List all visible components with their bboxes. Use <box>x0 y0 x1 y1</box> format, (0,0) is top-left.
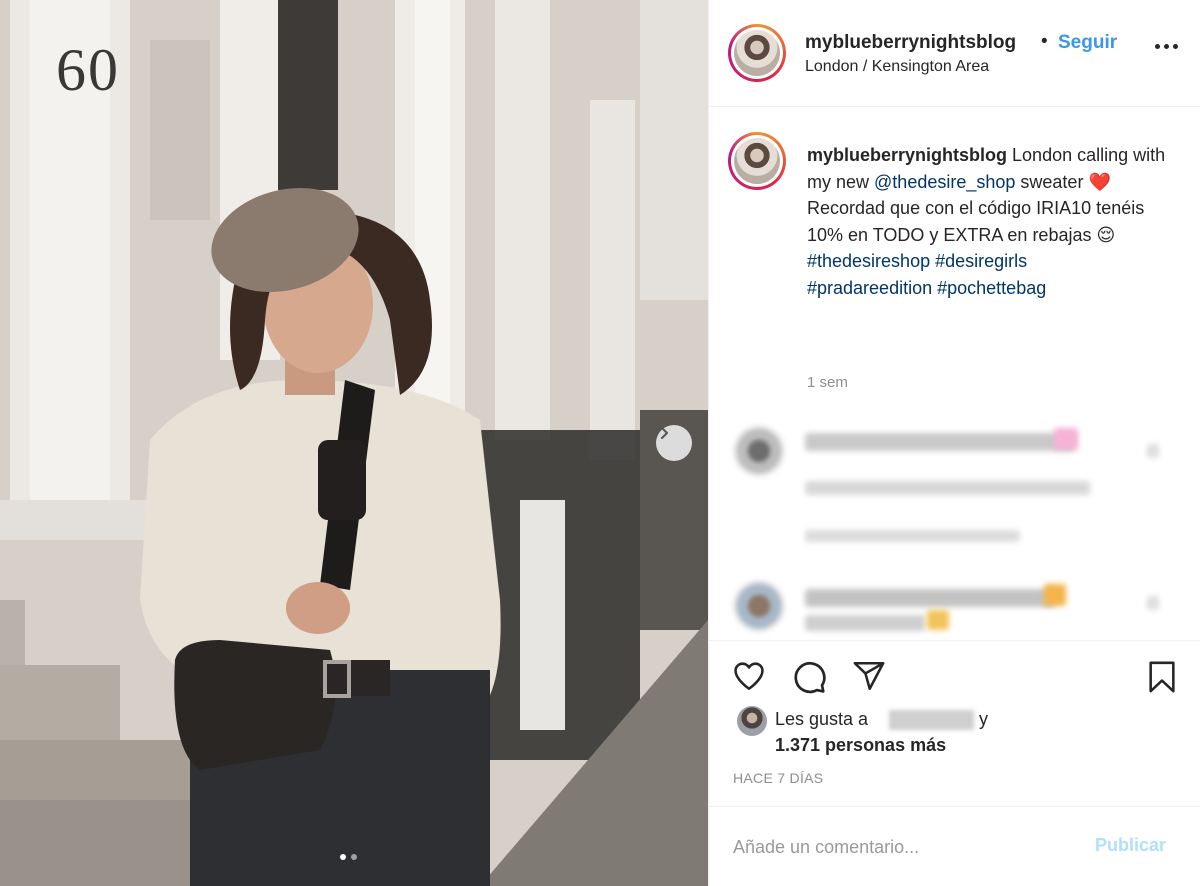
hashtag-link[interactable]: #thedesireshop <box>807 251 930 271</box>
blurred-emoji <box>1054 428 1078 450</box>
commenter-avatar[interactable] <box>733 580 785 632</box>
blurred-emoji <box>927 610 949 630</box>
caption-text: sweater <box>1015 171 1089 192</box>
carousel-dot <box>351 854 357 860</box>
caption-mention[interactable]: @thedesire_shop <box>874 172 1015 192</box>
post-photo[interactable]: 60 <box>0 0 708 886</box>
blurred-replies <box>805 530 1020 542</box>
blurred-comment-text <box>805 433 1075 451</box>
likes-prefix: Les gusta a <box>775 709 869 729</box>
avatar-image <box>734 138 780 184</box>
next-photo-button[interactable] <box>656 425 692 461</box>
separator-dot: • <box>1041 31 1048 52</box>
commenter-avatar[interactable] <box>733 425 785 477</box>
caption-author-avatar[interactable] <box>728 132 786 190</box>
send-icon[interactable] <box>851 659 887 693</box>
post-side-panel: myblueberrynightsblog • Seguir London / … <box>708 0 1200 886</box>
carousel-indicator <box>340 854 357 860</box>
author-avatar[interactable] <box>728 24 786 82</box>
post-location[interactable]: London / Kensington Area <box>805 58 989 76</box>
carousel-dot-active <box>340 854 346 860</box>
author-username[interactable]: myblueberrynightsblog <box>805 32 1016 54</box>
hashtag-link[interactable]: #pochettebag <box>937 278 1046 298</box>
likes-count[interactable]: 1.371 personas más <box>775 735 946 756</box>
blurred-comment-text <box>805 589 1055 607</box>
bookmark-icon[interactable] <box>1145 659 1179 695</box>
heart-emoji-icon: ❤️ <box>1088 171 1111 192</box>
caption-timestamp[interactable]: 1 sem <box>807 374 848 391</box>
post-age[interactable]: HACE 7 DÍAS <box>733 770 823 786</box>
more-options-icon[interactable] <box>1155 44 1178 49</box>
hashtag-link[interactable]: #pradareedition <box>807 278 932 298</box>
follow-button[interactable]: Seguir <box>1058 32 1117 54</box>
blurred-comment-meta <box>805 481 1090 495</box>
likes-suffix: y <box>979 709 988 729</box>
blurred-emoji <box>1044 584 1066 606</box>
door-number: 60 <box>56 37 120 103</box>
blurred-comment-text <box>805 615 925 631</box>
post-header: myblueberrynightsblog • Seguir London / … <box>709 0 1200 107</box>
like-comment-icon[interactable] <box>1147 444 1159 458</box>
chevron-right-icon <box>661 427 668 439</box>
publish-button[interactable]: Publicar <box>1095 835 1166 856</box>
liker-avatar[interactable] <box>737 706 767 736</box>
caption-username[interactable]: myblueberrynightsblog <box>807 145 1007 165</box>
photo-illustration <box>0 0 708 886</box>
caption-text: Recordad que con el código IRIA10 tenéis… <box>807 198 1145 245</box>
like-comment-icon[interactable] <box>1147 596 1159 610</box>
comment-icon[interactable] <box>791 659 827 695</box>
comment-bar: Publicar <box>709 806 1200 886</box>
avatar-image <box>734 30 780 76</box>
comment-input[interactable] <box>733 833 1073 861</box>
heart-icon[interactable] <box>731 659 767 693</box>
post-caption: myblueberrynightsblog London calling wit… <box>807 142 1167 301</box>
blurred-liker-name[interactable] <box>889 710 974 730</box>
hashtag-link[interactable]: #desiregirls <box>935 251 1027 271</box>
relieved-emoji-icon: 😌 <box>1096 224 1116 245</box>
